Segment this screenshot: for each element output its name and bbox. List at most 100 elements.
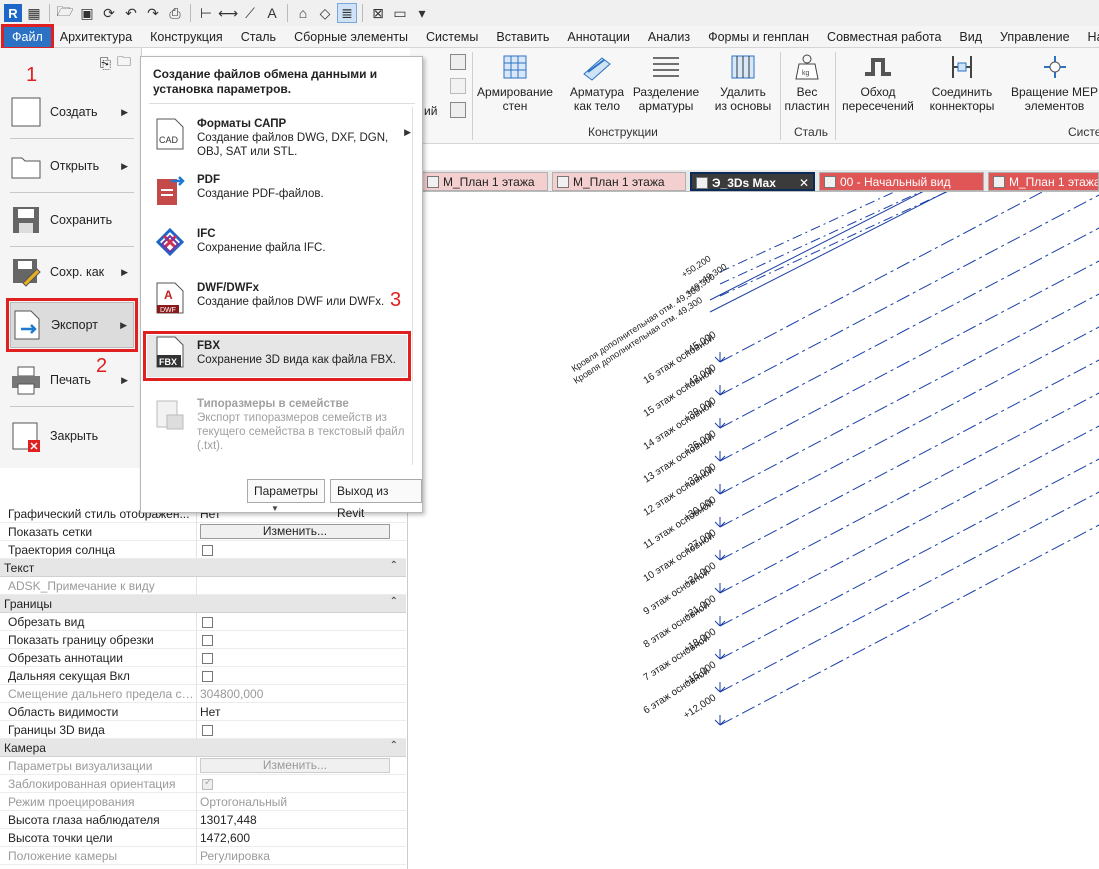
home-icon[interactable]: ▦ [24,3,44,23]
close-hidden-icon[interactable]: ⊠ [368,3,388,23]
revit-logo-icon[interactable]: R [4,4,22,22]
tab-file[interactable]: Файл [1,23,54,50]
export-dwf[interactable]: A DWF DWF/DWFx Создание файлов DWF или DWF… [147,281,407,321]
close-icon[interactable]: ✕ [799,174,809,189]
level-line[interactable] [709,192,1099,313]
print-icon[interactable]: ⎙ [165,3,185,23]
tab-structure[interactable]: Конструкция [141,26,232,48]
level-line[interactable] [719,392,1099,594]
level-marker[interactable] [714,620,721,627]
tab-steel[interactable]: Сталь [232,26,285,48]
small-tool-icon[interactable] [450,78,466,94]
level-marker[interactable] [714,587,721,594]
property-value[interactable]: Нет [200,705,220,719]
level-marker[interactable] [714,686,721,693]
property-checkbox[interactable] [202,635,213,646]
level-line[interactable] [719,192,1090,297]
area-reinforcement-button[interactable]: Армирование стен [477,52,553,113]
menu-item-close[interactable]: Закрыть [10,414,134,458]
menu-item-export[interactable]: Экспорт ▶ [6,298,138,352]
export-pdf[interactable]: PDF Создание PDF-файлов. [147,173,407,213]
level-line[interactable] [709,192,1099,301]
measure-icon[interactable]: ⊢ [196,3,216,23]
customize-qat-icon[interactable]: ▾ [412,3,432,23]
menu-item-new[interactable]: Создать ▶ [10,90,134,134]
property-group-header[interactable]: Границы ⌃ [0,595,406,613]
section-icon[interactable]: ◇ [315,3,335,23]
view-tab[interactable]: М_План 1 этажа [988,172,1099,191]
export-cad-formats[interactable]: CAD Форматы САПР Создание файлов DWG, DXF… [147,117,411,165]
level-line[interactable] [719,192,1099,363]
property-checkbox[interactable] [202,545,213,556]
redo-icon[interactable]: ↷ [143,3,163,23]
property-group-header[interactable]: Камера ⌃ [0,739,406,757]
level-line[interactable] [719,425,1099,627]
recent-documents-icon[interactable]: ⎘ [100,55,111,72]
level-line[interactable] [719,194,1099,396]
rebar-as-body-button[interactable]: Арматура как тело [567,52,627,113]
text-icon[interactable]: A [262,3,282,23]
level-line[interactable] [719,359,1099,561]
export-fbx[interactable]: FBX FBX Сохранение 3D вида как файла FBX. [143,331,411,381]
level-marker[interactable] [714,356,721,363]
level-line[interactable] [719,293,1099,495]
save-icon[interactable]: ▣ [77,3,97,23]
menu-item-save[interactable]: Сохранить [10,198,134,242]
tab-systems[interactable]: Системы [417,26,487,48]
tag-icon[interactable]: ⟋ [240,3,260,23]
collapse-icon[interactable]: ⌃ [390,560,398,571]
level-marker[interactable] [714,521,721,528]
level-marker[interactable] [714,719,721,726]
menu-item-save-as[interactable]: Сохр. как ▶ [10,250,134,294]
plate-weight-button[interactable]: kg Вес пластин [782,52,832,113]
open-documents-icon[interactable]: 🗀 [117,51,131,75]
level-line[interactable] [719,260,1099,462]
level-marker[interactable] [714,455,721,462]
level-marker[interactable] [714,488,721,495]
sync-icon[interactable]: ⟳ [99,3,119,23]
level-marker[interactable] [714,554,721,561]
tab-massing-site[interactable]: Формы и генплан [699,26,818,48]
dimension-icon[interactable]: ⟷ [218,3,238,23]
rotate-mep-button[interactable]: Вращение MEP элементов [1010,52,1099,113]
tab-precast[interactable]: Сборные элементы [285,26,417,48]
collapse-icon[interactable]: ⌃ [390,740,398,751]
property-checkbox[interactable] [202,653,213,664]
edit-button[interactable]: Изменить... [200,524,390,539]
connect-into-button[interactable]: Соединить коннекторы [922,52,1002,113]
options-button[interactable]: Параметры [247,479,325,503]
property-value[interactable]: 1472,600 [200,831,250,845]
tab-collaborate[interactable]: Совместная работа [818,26,950,48]
view-tab[interactable]: М_План 1 этажа [422,172,548,191]
drawing-area[interactable]: Кровля дополнительная отм. 49,300Кровля … [410,192,1099,869]
scroll-down-icon[interactable]: ▼ [271,504,279,513]
tab-annotate[interactable]: Аннотации [558,26,638,48]
property-value[interactable]: 13017,448 [200,813,257,827]
tab-insert[interactable]: Вставить [487,26,558,48]
small-tool-icon[interactable] [450,102,466,118]
level-marker[interactable] [714,653,721,660]
level-line[interactable] [719,326,1099,528]
tab-analyze[interactable]: Анализ [639,26,699,48]
tab-architecture[interactable]: Архитектура [51,26,141,48]
property-group-header[interactable]: Текст ⌃ [0,559,406,577]
undo-icon[interactable]: ↶ [121,3,141,23]
small-tool-icon[interactable] [450,54,466,70]
level-line[interactable] [719,192,1090,273]
level-marker[interactable] [714,389,721,396]
level-line[interactable] [719,524,1099,726]
route-around-button[interactable]: Обход пересечений [838,52,918,113]
level-line[interactable] [719,491,1099,693]
property-checkbox[interactable] [202,671,213,682]
level-line[interactable] [719,458,1099,660]
exit-revit-button[interactable]: Выход из Revit [330,479,422,520]
open-icon[interactable]: 🗁 [55,3,75,23]
remove-host-button[interactable]: Удалить из основы [708,52,778,113]
split-rebar-button[interactable]: Разделение арматуры [632,52,700,113]
collapse-icon[interactable]: ⌃ [390,596,398,607]
menu-item-open[interactable]: Открыть ▶ [10,144,134,188]
3d-view-icon[interactable]: ⌂ [293,3,313,23]
export-ifc[interactable]: IFC Сохранение файла IFC. [147,227,407,267]
view-tab-active[interactable]: Э_3Ds Max ✕ [690,172,815,191]
menu-item-print[interactable]: Печать ▶ [10,358,134,402]
